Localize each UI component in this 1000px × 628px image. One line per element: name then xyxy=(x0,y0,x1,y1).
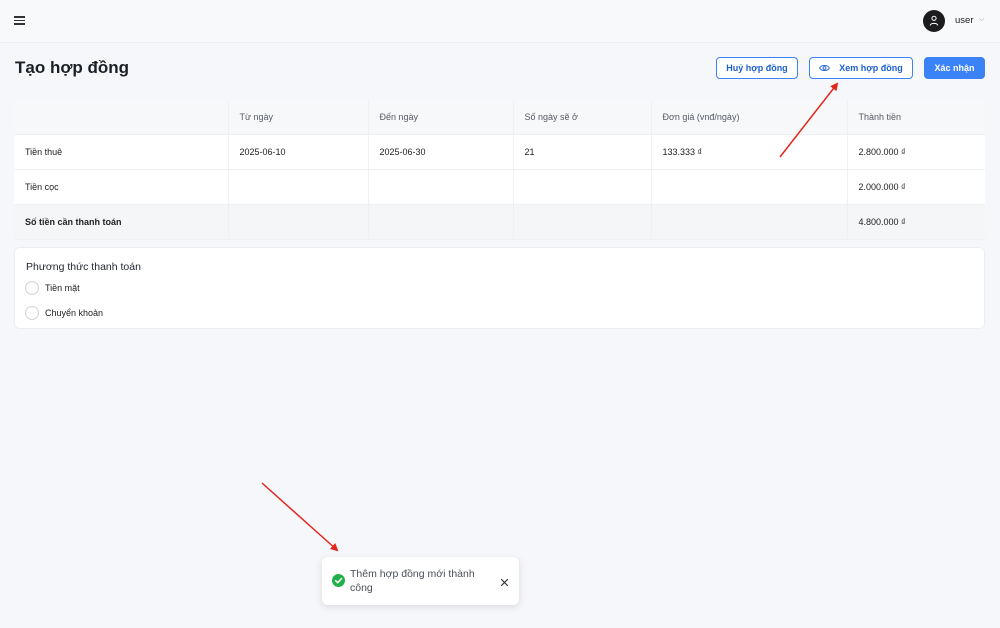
table-cell: Tiền thuê xyxy=(14,134,229,170)
table-cell: 133.333 ₫ xyxy=(651,134,848,170)
cancel-contract-label: Huỷ hợp đồng xyxy=(726,63,788,73)
table-cell xyxy=(513,204,652,240)
username[interactable]: user xyxy=(955,15,973,26)
chevron-down-icon[interactable]: ⌵ xyxy=(979,16,984,24)
table-header-cell: Từ ngày xyxy=(228,100,369,135)
radio-button[interactable] xyxy=(25,306,39,320)
view-contract-button[interactable]: Xem hợp đồng xyxy=(809,57,913,79)
table-cell: 2025-06-10 xyxy=(228,134,369,170)
avatar[interactable] xyxy=(923,10,945,32)
table-cell: 2.800.000 ₫ xyxy=(847,134,985,170)
table-cell: Tiền cọc xyxy=(14,169,229,205)
total-amount: 4.800.000 ₫ xyxy=(847,204,985,240)
table-cell: 21 xyxy=(513,134,652,170)
success-toast: Thêm hợp đồng mới thành công xyxy=(322,557,519,605)
table-header-cell xyxy=(14,100,229,135)
total-row: Số tiền cần thanh toán 4.800.000 ₫ xyxy=(14,204,985,240)
table-header-cell: Số ngày sẽ ở xyxy=(513,100,652,135)
top-bar: user ⌵ xyxy=(0,0,1000,43)
page-title: Tạo hợp đồng xyxy=(15,58,130,77)
confirm-label: Xác nhận xyxy=(934,63,975,73)
toast-message: Thêm hợp đồng mới thành công xyxy=(350,568,475,594)
view-contract-label: Xem hợp đồng xyxy=(839,63,903,73)
table-cell xyxy=(368,169,514,205)
table-header-cell: Đến ngày xyxy=(368,100,514,135)
table-cell xyxy=(228,204,369,240)
payment-option-label: Chuyển khoản xyxy=(45,308,104,318)
annotation-arrow xyxy=(261,482,339,552)
payment-option-cash[interactable]: Tiền mặt xyxy=(25,281,80,295)
table-cell xyxy=(651,204,848,240)
radio-button[interactable] xyxy=(25,281,39,295)
user-icon xyxy=(929,15,939,26)
table-cell: 2.000.000 ₫ xyxy=(847,169,985,205)
table-row: Tiền thuê 2025-06-10 2025-06-30 21 133.3… xyxy=(14,134,985,170)
cancel-contract-button[interactable]: Huỷ hợp đồng xyxy=(716,57,798,79)
table-header-cell: Thành tiền xyxy=(847,100,985,135)
confirm-button[interactable]: Xác nhận xyxy=(924,57,985,79)
payment-method-title: Phương thức thanh toán xyxy=(26,261,141,273)
table-cell xyxy=(228,169,369,205)
close-icon[interactable] xyxy=(500,574,509,592)
pricing-table: Từ ngày Đến ngày Số ngày sẽ ở Đơn giá (v… xyxy=(14,100,985,240)
hamburger-icon[interactable] xyxy=(14,16,25,25)
payment-method-card: Phương thức thanh toán Tiền mặt Chuyển k… xyxy=(14,247,985,329)
payment-option-transfer[interactable]: Chuyển khoản xyxy=(25,306,103,320)
table-cell xyxy=(513,169,652,205)
table-cell xyxy=(651,169,848,205)
check-circle-icon xyxy=(332,574,345,592)
eye-icon xyxy=(819,64,831,72)
payment-option-label: Tiền mặt xyxy=(45,283,80,293)
table-row: Tiền cọc 2.000.000 ₫ xyxy=(14,169,985,205)
table-header-cell: Đơn giá (vnđ/ngày) xyxy=(651,100,848,135)
table-cell: Số tiền cần thanh toán xyxy=(14,204,229,240)
table-header-row: Từ ngày Đến ngày Số ngày sẽ ở Đơn giá (v… xyxy=(14,100,985,135)
table-cell: 2025-06-30 xyxy=(368,134,514,170)
table-cell xyxy=(368,204,514,240)
